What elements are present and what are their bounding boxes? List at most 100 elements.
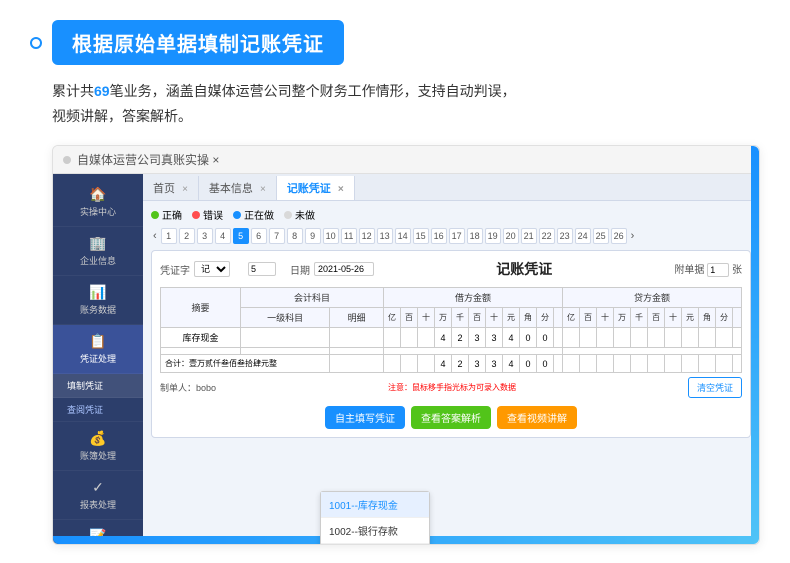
total-d3 xyxy=(418,355,435,373)
page-9[interactable]: 9 xyxy=(305,228,321,244)
page-7[interactable]: 7 xyxy=(269,228,285,244)
tab-jiben[interactable]: 基本信息 × xyxy=(199,176,277,200)
sidebar-item-shicao[interactable]: 🏠 实操中心 xyxy=(53,178,143,227)
th-c2: 百 xyxy=(580,308,597,328)
th-d3: 十 xyxy=(418,308,435,328)
row1-d9[interactable]: 0 xyxy=(520,328,537,348)
tab-jiben-close[interactable]: × xyxy=(260,184,266,195)
row1-c2[interactable] xyxy=(580,328,597,348)
page-13[interactable]: 13 xyxy=(377,228,393,244)
page-21[interactable]: 21 xyxy=(521,228,537,244)
page-10[interactable]: 10 xyxy=(323,228,339,244)
total-d4: 4 xyxy=(435,355,452,373)
self-fill-btn[interactable]: 自主填写凭证 xyxy=(325,406,405,429)
page-6[interactable]: 6 xyxy=(251,228,267,244)
row2-subject1[interactable] xyxy=(241,348,330,355)
clear-btn[interactable]: 清空凭证 xyxy=(688,377,742,398)
row2-summary[interactable] xyxy=(161,348,241,355)
baobiao-icon: ✓ xyxy=(92,479,104,496)
page-14[interactable]: 14 xyxy=(395,228,411,244)
page-25[interactable]: 25 xyxy=(593,228,609,244)
zhangshu-icon: 💰 xyxy=(89,430,106,447)
view-video-btn[interactable]: 查看视频讲解 xyxy=(497,406,577,429)
th-d9: 角 xyxy=(520,308,537,328)
voucher-date-input[interactable] xyxy=(314,262,374,276)
row2-subject2[interactable] xyxy=(330,348,384,355)
page-23[interactable]: 23 xyxy=(557,228,573,244)
page-prev[interactable]: ‹ xyxy=(151,230,159,242)
status-legend: 正确 错误 正在做 未做 xyxy=(151,207,751,222)
row1-subject2[interactable] xyxy=(330,328,384,348)
page-20[interactable]: 20 xyxy=(503,228,519,244)
row2-debit xyxy=(384,348,563,355)
page-19[interactable]: 19 xyxy=(485,228,501,244)
page-16[interactable]: 16 xyxy=(431,228,447,244)
row1-c8[interactable] xyxy=(682,328,699,348)
row1-summary: 库存现金 xyxy=(161,328,241,348)
row1-c1[interactable] xyxy=(563,328,580,348)
dropdown-item-1002[interactable]: 1002--银行存款 xyxy=(321,518,429,544)
view-answer-btn[interactable]: 查看答案解析 xyxy=(411,406,491,429)
sidebar-item-qiye[interactable]: 🏢 企业信息 xyxy=(53,227,143,276)
tab-home[interactable]: 首页 × xyxy=(143,176,199,200)
page-12[interactable]: 12 xyxy=(359,228,375,244)
voucher-number-input[interactable] xyxy=(248,262,276,276)
page-15[interactable]: 15 xyxy=(413,228,429,244)
row1-c9[interactable] xyxy=(699,328,716,348)
sidebar-item-zhangwu[interactable]: 📊 账务数据 xyxy=(53,276,143,325)
row1-c10[interactable] xyxy=(716,328,733,348)
page-22[interactable]: 22 xyxy=(539,228,555,244)
row1-d5[interactable]: 2 xyxy=(452,328,469,348)
attach-input[interactable] xyxy=(707,263,729,277)
page-8[interactable]: 8 xyxy=(287,228,303,244)
page-3[interactable]: 3 xyxy=(197,228,213,244)
dropdown-item-1001[interactable]: 1001--库存现金 xyxy=(321,492,429,518)
row1-d1[interactable] xyxy=(384,328,401,348)
th-c6: 百 xyxy=(648,308,665,328)
th-c3: 十 xyxy=(597,308,614,328)
sidebar-item-pingzheng[interactable]: 📋 凭证处理 xyxy=(53,325,143,374)
row1-d10[interactable]: 0 xyxy=(537,328,554,348)
tab-pingzheng-close[interactable]: × xyxy=(338,184,344,195)
page-5[interactable]: 5 xyxy=(233,228,249,244)
row1-c6[interactable] xyxy=(648,328,665,348)
th-subject2: 明细 xyxy=(330,308,384,328)
row1-c4[interactable] xyxy=(614,328,631,348)
row1-d8[interactable]: 4 xyxy=(503,328,520,348)
subject-dropdown[interactable]: 1001--库存现金 1002--银行存款 100201--银行存款--农业银 xyxy=(320,491,430,544)
total-d10: 0 xyxy=(537,355,554,373)
page-24[interactable]: 24 xyxy=(575,228,591,244)
row1-c3[interactable] xyxy=(597,328,614,348)
total-d9: 0 xyxy=(520,355,537,373)
page-17[interactable]: 17 xyxy=(449,228,465,244)
undone-dot xyxy=(284,211,292,219)
voucher-type-select[interactable]: 记 xyxy=(194,261,230,277)
sidebar-sub-tianzhi[interactable]: 填制凭证 xyxy=(53,374,143,398)
sidebar-item-zhangshu[interactable]: 💰 账簿处理 xyxy=(53,422,143,471)
page-2[interactable]: 2 xyxy=(179,228,195,244)
page-4[interactable]: 4 xyxy=(215,228,231,244)
row1-c11 xyxy=(733,328,742,348)
sidebar-sub-chayue[interactable]: 查阅凭证 xyxy=(53,398,143,422)
row1-c5[interactable] xyxy=(631,328,648,348)
row1-d4[interactable]: 4 xyxy=(435,328,452,348)
row1-d2[interactable] xyxy=(401,328,418,348)
row1-d3[interactable] xyxy=(418,328,435,348)
page-next[interactable]: › xyxy=(629,230,637,242)
row1-subject1[interactable] xyxy=(241,328,330,348)
tab-home-close[interactable]: × xyxy=(182,184,188,195)
page-26[interactable]: 26 xyxy=(611,228,627,244)
desc-line2: 视频讲解，答案解析。 xyxy=(52,108,192,124)
total-c8 xyxy=(682,355,699,373)
th-d8: 元 xyxy=(503,308,520,328)
th-c11 xyxy=(733,308,742,328)
page-18[interactable]: 18 xyxy=(467,228,483,244)
page-1[interactable]: 1 xyxy=(161,228,177,244)
sidebar-item-baobiao[interactable]: ✓ 报表处理 xyxy=(53,471,143,520)
titlebar-dot xyxy=(63,156,71,164)
tab-pingzheng[interactable]: 记账凭证 × xyxy=(277,176,355,200)
page-11[interactable]: 11 xyxy=(341,228,357,244)
row1-c7[interactable] xyxy=(665,328,682,348)
row1-d7[interactable]: 3 xyxy=(486,328,503,348)
row1-d6[interactable]: 3 xyxy=(469,328,486,348)
